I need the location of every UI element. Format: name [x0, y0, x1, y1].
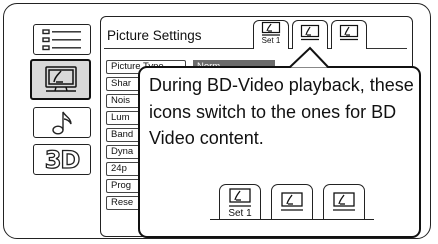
callout-tab-label: Set 1: [228, 208, 252, 219]
callout-text: During BD-Video playback, these icons sw…: [149, 75, 414, 148]
picture-mode-icon: [281, 192, 303, 211]
callout-tab-baseline: [210, 219, 374, 220]
callout-tab-set-3: [323, 184, 365, 219]
callout-tab-set-1: Set 1: [219, 184, 261, 219]
picture-mode-icon: [333, 192, 355, 211]
picture-mode-icon: [229, 188, 251, 207]
callout-tab-set-2: [271, 184, 313, 219]
